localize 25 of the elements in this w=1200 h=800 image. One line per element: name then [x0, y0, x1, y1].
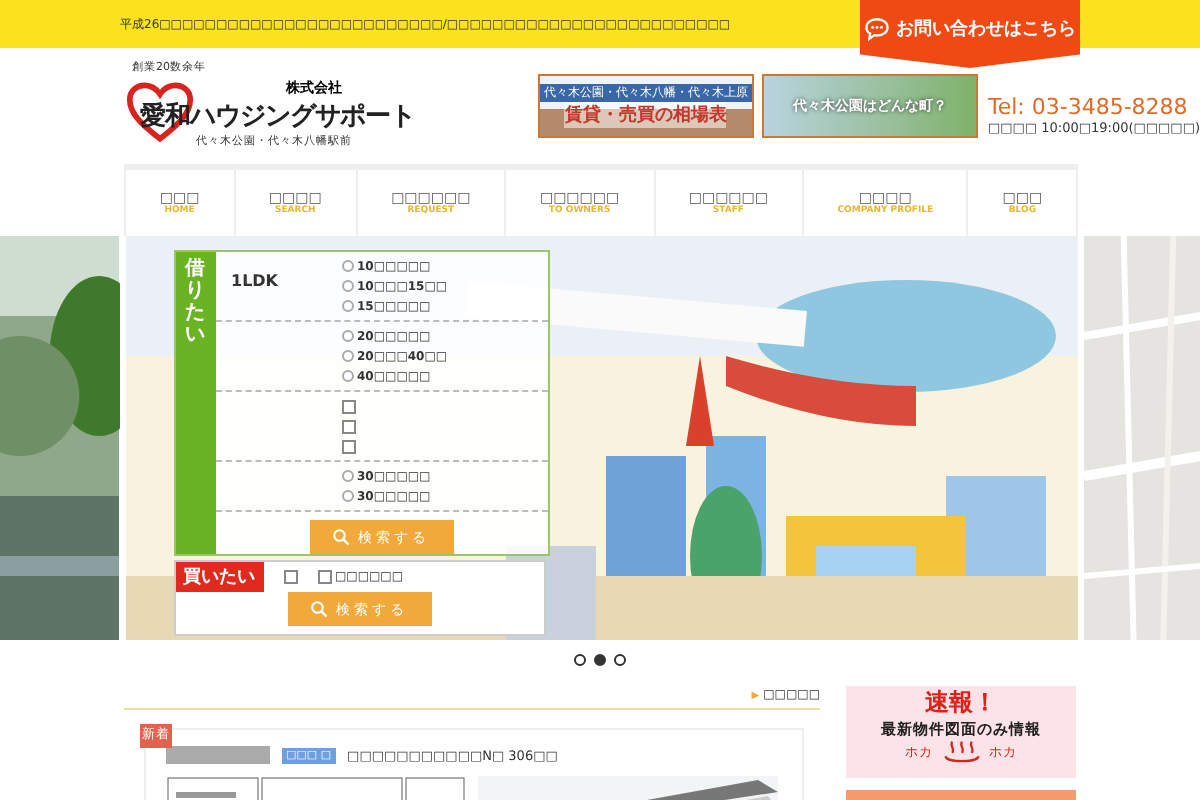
contact-button[interactable]: お問い合わせはこちら — [860, 0, 1080, 68]
radio-button[interactable] — [341, 280, 353, 292]
radio-button[interactable] — [341, 470, 353, 482]
chat-icon — [864, 15, 890, 41]
checkbox[interactable] — [317, 570, 331, 584]
radio-button[interactable] — [341, 490, 353, 502]
search-icon — [332, 528, 350, 546]
radio-button[interactable] — [341, 370, 353, 382]
slider-dot[interactable] — [574, 654, 586, 666]
checkbox[interactable] — [341, 439, 355, 453]
checkbox[interactable] — [341, 419, 355, 433]
placeholder-bar — [166, 746, 270, 764]
radio-button[interactable] — [341, 300, 353, 312]
radio-button[interactable] — [341, 260, 353, 272]
search-icon — [310, 600, 328, 618]
slider-dot[interactable] — [594, 654, 606, 666]
checkbox[interactable] — [341, 399, 355, 413]
layout-label: 1LDK — [231, 272, 279, 290]
slider-dot[interactable] — [614, 654, 626, 666]
radio-button[interactable] — [341, 330, 353, 342]
radio-button[interactable] — [341, 350, 353, 362]
phone-number: Tel: 03-3485-8288 — [987, 93, 1190, 119]
hot-spring-icon — [941, 740, 981, 766]
checkbox[interactable] — [283, 570, 297, 584]
buy-tab[interactable]: 買いたい — [175, 562, 263, 592]
